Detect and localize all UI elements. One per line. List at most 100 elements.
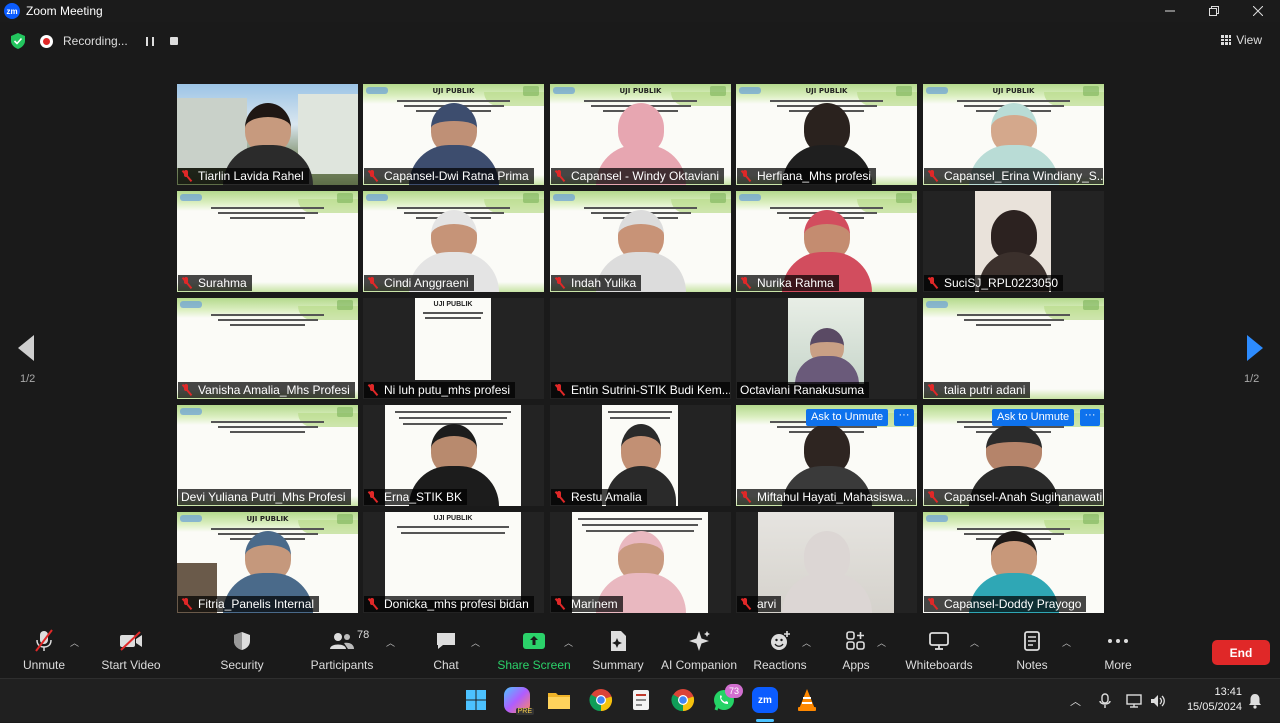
- participant-name: Vanisha Amalia_Mhs Profesi: [178, 382, 355, 398]
- snipping-tool-icon[interactable]: [629, 687, 655, 713]
- participant-name: Devi Yuliana Putri_Mhs Profesi: [178, 489, 351, 505]
- participant-tile[interactable]: Nurika Rahma: [736, 191, 917, 292]
- apps-options-chevron-icon[interactable]: ︿: [877, 636, 886, 649]
- participant-tile[interactable]: UJI PUBLIK Ni luh putu_mhs profesi: [363, 298, 544, 399]
- participant-tile[interactable]: Octaviani Ranakusuma: [736, 298, 917, 399]
- participant-tile[interactable]: UJI PUBLIK Donicka_mhs profesi bidan: [363, 512, 544, 613]
- chrome-profile-icon[interactable]: [670, 687, 696, 713]
- participant-name: Octaviani Ranakusuma: [737, 382, 870, 398]
- participant-tile[interactable]: Devi Yuliana Putri_Mhs Profesi: [177, 405, 358, 506]
- ask-to-unmute-button[interactable]: Ask to Unmute: [992, 409, 1075, 426]
- vlc-icon[interactable]: [794, 687, 820, 713]
- windows-start-icon[interactable]: [463, 687, 489, 713]
- tile-more-button[interactable]: ···: [1080, 409, 1100, 426]
- participant-tile[interactable]: Ask to Unmute ··· Miftahul Hayati_Mahasi…: [736, 405, 917, 506]
- meeting-info-bar: Recording... View: [0, 28, 1280, 54]
- stop-recording-icon[interactable]: [169, 37, 178, 45]
- whiteboards-button[interactable]: Whiteboards: [905, 628, 973, 678]
- tile-more-button[interactable]: ···: [894, 409, 914, 426]
- participant-name: Cindi Anggraeni: [364, 275, 474, 291]
- participant-tile[interactable]: UJI PUBLIK Fitria_Panelis Internal: [177, 512, 358, 613]
- share-screen-icon: [523, 633, 545, 649]
- ai-companion-button[interactable]: AI Companion: [660, 628, 738, 678]
- volume-icon[interactable]: [1150, 693, 1166, 709]
- notes-button[interactable]: Notes: [1014, 628, 1050, 678]
- network-icon[interactable]: [1126, 693, 1142, 709]
- participant-name: Capansel-Doddy Prayogo: [924, 596, 1087, 612]
- participant-tile[interactable]: Restu Amalia: [550, 405, 731, 506]
- participant-tile[interactable]: Marinem: [550, 512, 731, 613]
- muted-mic-icon: [927, 170, 938, 182]
- participant-tile[interactable]: Tiarlin Lavida Rahel: [177, 84, 358, 185]
- chrome-icon[interactable]: [588, 687, 614, 713]
- participant-tile[interactable]: Indah Yulika: [550, 191, 731, 292]
- muted-mic-icon: [740, 598, 751, 610]
- participant-tile[interactable]: Surahma: [177, 191, 358, 292]
- chat-options-chevron-icon[interactable]: ︿: [471, 636, 480, 649]
- muted-mic-icon: [181, 384, 192, 396]
- apps-button[interactable]: Apps: [840, 628, 872, 678]
- ask-to-unmute-button[interactable]: Ask to Unmute: [806, 409, 889, 426]
- unmute-label: Unmute: [22, 658, 66, 672]
- audio-options-chevron-icon[interactable]: ︿: [70, 636, 79, 649]
- start-video-button[interactable]: Start Video: [100, 628, 162, 678]
- share-options-chevron-icon[interactable]: ︿: [564, 636, 573, 649]
- participant-tile[interactable]: Ask to Unmute ··· Capansel-Anah Sugihana…: [923, 405, 1104, 506]
- tray-microphone-icon[interactable]: [1099, 693, 1111, 709]
- notification-bell-icon[interactable]: [1248, 693, 1262, 709]
- participant-tile[interactable]: Entin Sutrini-STIK Budi Kem...: [550, 298, 731, 399]
- system-clock[interactable]: 13:41 15/05/2024: [1176, 685, 1242, 715]
- show-hidden-icons-chevron-icon[interactable]: ︿: [1070, 679, 1081, 723]
- participant-tile[interactable]: Cindi Anggraeni: [363, 191, 544, 292]
- ai-companion-label: AI Companion: [660, 658, 738, 672]
- whiteboards-options-chevron-icon[interactable]: ︿: [970, 636, 979, 649]
- more-button[interactable]: More: [1100, 628, 1136, 678]
- minimize-button[interactable]: [1148, 0, 1192, 22]
- participant-tile[interactable]: Capansel-Doddy Prayogo: [923, 512, 1104, 613]
- share-screen-button[interactable]: Share Screen: [497, 628, 571, 678]
- reactions-button[interactable]: Reactions: [753, 628, 807, 678]
- view-button[interactable]: View: [1221, 33, 1262, 47]
- close-button[interactable]: [1236, 0, 1280, 22]
- pause-recording-icon[interactable]: [145, 36, 154, 46]
- participants-button[interactable]: 78 Participants: [310, 628, 374, 678]
- participant-tile[interactable]: Vanisha Amalia_Mhs Profesi: [177, 298, 358, 399]
- file-explorer-icon[interactable]: [546, 687, 572, 713]
- previous-page-arrow-icon[interactable]: [18, 335, 34, 361]
- more-label: More: [1104, 658, 1132, 672]
- notes-options-chevron-icon[interactable]: ︿: [1062, 636, 1071, 649]
- participant-name: Surahma: [178, 275, 252, 291]
- unmute-button[interactable]: Unmute: [22, 628, 66, 678]
- muted-mic-icon: [554, 277, 565, 289]
- recording-indicator: Recording...: [40, 30, 190, 52]
- next-page-arrow-icon[interactable]: [1247, 335, 1263, 361]
- reactions-options-chevron-icon[interactable]: ︿: [802, 636, 811, 649]
- restore-button[interactable]: [1192, 0, 1236, 22]
- participant-tile[interactable]: talia putri adani: [923, 298, 1104, 399]
- chat-bubble-icon: [437, 633, 455, 649]
- summary-button[interactable]: Summary: [592, 628, 644, 678]
- participants-options-chevron-icon[interactable]: ︿: [386, 636, 395, 649]
- participant-tile[interactable]: UJI PUBLIK Herfiana_Mhs profesi: [736, 84, 917, 185]
- zoom-taskbar-icon[interactable]: zm: [752, 687, 778, 713]
- participant-tile[interactable]: SuciSJ_RPL0223050: [923, 191, 1104, 292]
- participant-tile[interactable]: arvi: [736, 512, 917, 613]
- video-feed: UJI PUBLIK: [415, 298, 491, 380]
- security-shield-icon: [234, 632, 250, 650]
- participant-tile[interactable]: UJI PUBLIK Capansel_Erina Windiany_S...: [923, 84, 1104, 185]
- encryption-shield-icon[interactable]: [11, 33, 25, 49]
- participant-tile[interactable]: UJI PUBLIK Capansel-Dwi Ratna Prima: [363, 84, 544, 185]
- participant-tile[interactable]: UJI PUBLIK Capansel - Windy Oktaviani: [550, 84, 731, 185]
- security-button[interactable]: Security: [220, 628, 264, 678]
- chat-button[interactable]: Chat: [430, 628, 462, 678]
- participant-tile[interactable]: Erna_STIK BK: [363, 405, 544, 506]
- end-meeting-button[interactable]: End: [1212, 640, 1270, 665]
- participant-name: Entin Sutrini-STIK Budi Kem...: [551, 382, 730, 398]
- participant-name: Donicka_mhs profesi bidan: [364, 596, 534, 612]
- muted-mic-icon: [554, 491, 565, 503]
- microphone-muted-icon: [35, 629, 53, 652]
- reactions-label: Reactions: [753, 658, 807, 672]
- copilot-icon[interactable]: PRE: [504, 687, 534, 715]
- window-controls: [1148, 0, 1280, 22]
- muted-mic-icon: [181, 598, 192, 610]
